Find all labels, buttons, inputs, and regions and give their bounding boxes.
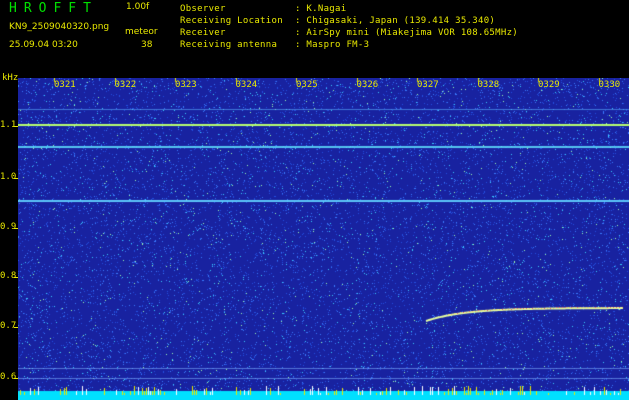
info-value: : Maspro FM-3: [295, 40, 370, 50]
info-label: Receiver: [180, 28, 226, 38]
datetime-label: 25.09.04 03:20: [9, 40, 78, 50]
info-location: Receiving Location : Chigasaki, Japan (1…: [180, 16, 495, 26]
app-title: HROFFT: [9, 1, 98, 16]
y-tick-mark: [14, 378, 18, 379]
info-value: : Chigasaki, Japan (139.414 35.340): [295, 16, 496, 26]
spectrogram: [18, 78, 629, 400]
x-tick-label: 0330: [598, 80, 621, 90]
x-tick-label: 0323: [175, 80, 197, 90]
meteor-label: meteor: [125, 27, 158, 37]
header-panel: HROFFT 1.00f KN9_2509040320.png meteor 2…: [0, 0, 629, 76]
spectrogram-canvas: [18, 78, 629, 400]
info-antenna: Receiving antenna : Maspro FM-3: [180, 40, 369, 50]
info-value: : K.Nagai: [295, 4, 347, 14]
meteor-count: 38: [141, 40, 153, 50]
info-label: Receiving Location: [180, 16, 283, 26]
version-label: 1.00f: [126, 2, 150, 12]
y-tick-mark: [14, 277, 18, 278]
info-receiver: Receiver : AirSpy mini (Miakejima VOR 10…: [180, 28, 518, 38]
info-label: Observer: [180, 4, 226, 14]
y-tick-mark: [14, 228, 18, 229]
x-tick-label: 0328: [477, 80, 500, 90]
x-tick-label: 0322: [114, 80, 137, 90]
x-tick-label: 0327: [417, 80, 439, 90]
y-tick-mark: [14, 178, 18, 179]
x-tick-label: 0321: [54, 80, 76, 90]
x-tick-label: 0329: [538, 80, 560, 90]
y-tick-mark: [14, 327, 18, 328]
y-unit-label: kHz: [2, 73, 19, 83]
info-observer: Observer : K.Nagai: [180, 4, 346, 14]
info-value: : AirSpy mini (Miakejima VOR 108.65MHz): [295, 28, 519, 38]
x-tick-label: 0324: [235, 80, 258, 90]
info-label: Receiving antenna: [180, 40, 278, 50]
filename-label: KN9_2509040320.png: [9, 22, 110, 32]
x-tick-label: 0325: [296, 80, 318, 90]
x-tick-label: 0326: [356, 80, 379, 90]
y-tick-mark: [14, 126, 18, 127]
